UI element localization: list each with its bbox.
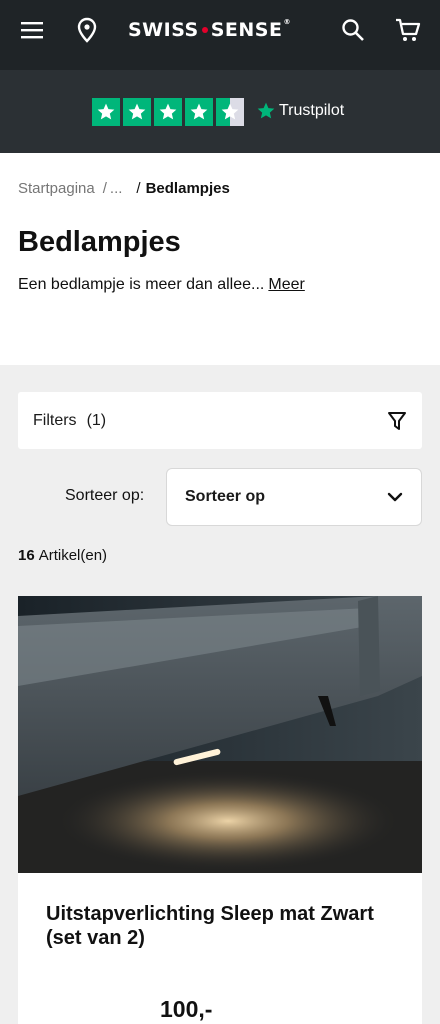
sort-label: Sorteer op: <box>65 487 145 504</box>
logo-text-right: SENSE <box>210 19 283 41</box>
product-card[interactable]: Uitstapverlichting Sleep mat Zwart (set … <box>18 596 422 1024</box>
product-title[interactable]: Uitstapverlichting Sleep mat Zwart (set … <box>46 902 386 950</box>
trustpilot-star-icon <box>257 102 275 119</box>
search-icon[interactable] <box>340 17 366 43</box>
filters-count: (1) <box>86 411 107 429</box>
read-more-link[interactable]: Meer <box>268 276 304 293</box>
filters-label: Filters <box>33 411 77 429</box>
product-image[interactable] <box>18 596 422 873</box>
menu-icon[interactable] <box>19 17 45 43</box>
trustpilot-stars[interactable] <box>92 98 244 126</box>
breadcrumb: Startpagina / ... / Bedlampjes <box>18 180 230 197</box>
sort-dropdown[interactable]: Sorteer op <box>166 468 422 526</box>
breadcrumb-separator: / <box>102 180 107 197</box>
page-title: Bedlampjes <box>18 226 181 258</box>
filter-funnel-icon <box>387 411 407 431</box>
filters-button[interactable]: Filters (1) <box>18 392 422 449</box>
breadcrumb-separator: / <box>136 180 141 197</box>
trustpilot-logo[interactable]: Trustpilot <box>256 101 344 121</box>
half-star-icon <box>216 98 244 126</box>
site-header: SWISS SENSE ® <box>0 0 440 70</box>
star-icon <box>92 98 120 126</box>
logo-registered-mark: ® <box>283 18 291 26</box>
breadcrumb-current: Bedlampjes <box>145 180 230 197</box>
cart-icon[interactable] <box>395 17 421 43</box>
trustpilot-label: Trustpilot <box>279 102 345 119</box>
chevron-down-icon <box>387 492 403 502</box>
results-unit: Artikel(en) <box>38 547 108 564</box>
category-description: Een bedlampje is meer dan allee... Meer <box>18 276 305 294</box>
results-count: 16 Artikel(en) <box>18 547 107 564</box>
location-pin-icon[interactable] <box>74 17 100 43</box>
product-price: 100,- <box>160 996 213 1022</box>
breadcrumb-ellipsis[interactable]: ... <box>110 180 123 197</box>
breadcrumb-home[interactable]: Startpagina <box>18 180 95 197</box>
star-icon <box>185 98 213 126</box>
star-icon <box>154 98 182 126</box>
swiss-sense-logo[interactable]: SWISS SENSE ® <box>128 18 312 42</box>
sort-selected-value: Sorteer op <box>185 488 266 505</box>
star-icon <box>123 98 151 126</box>
results-number: 16 <box>18 547 35 564</box>
logo-dot <box>201 27 208 33</box>
logo-text-left: SWISS <box>128 19 199 41</box>
description-text: Een bedlampje is meer dan allee... <box>18 276 265 293</box>
